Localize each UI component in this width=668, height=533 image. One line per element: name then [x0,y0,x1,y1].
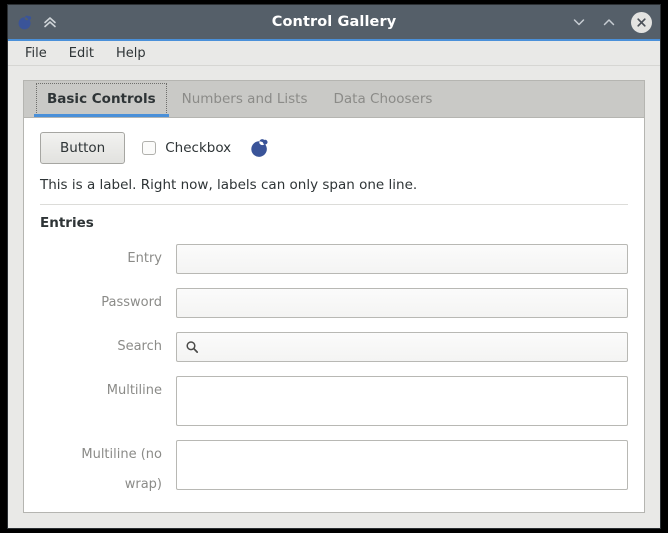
checkbox[interactable]: Checkbox [142,140,231,156]
search-field[interactable] [176,332,628,362]
form-row-entry: Entry [40,244,628,274]
menu-item-file[interactable]: File [14,43,58,64]
tab-data-choosers[interactable]: Data Choosers [321,81,446,117]
entry-label: Entry [127,251,162,266]
menu-item-edit[interactable]: Edit [58,43,105,64]
entry-input[interactable] [184,251,620,267]
menu-item-help[interactable]: Help [105,43,157,64]
search-label: Search [117,339,162,354]
title-bar-left-icons [16,14,58,31]
multiline-field[interactable] [176,376,628,429]
title-bar[interactable]: Control Gallery [8,5,660,41]
window-body: Basic Controls Numbers and Lists Data Ch… [8,66,660,528]
tab-numbers-and-lists[interactable]: Numbers and Lists [169,81,321,117]
password-field[interactable] [176,288,628,318]
multiline-label: Multiline [106,383,162,398]
search-icon [185,340,199,354]
search-input[interactable] [205,339,620,355]
tab-strip: Basic Controls Numbers and Lists Data Ch… [23,80,645,117]
password-input[interactable] [184,295,620,311]
multiline-no-wrap-input[interactable] [184,441,620,493]
window-controls [571,11,652,33]
menu-bar: File Edit Help [8,41,660,66]
entries-form: Entry Password Search Multiline Multilin… [40,244,628,500]
chevron-up-icon[interactable] [601,14,617,30]
double-chevron-up-icon[interactable] [42,14,58,30]
form-row-password: Password [40,288,628,318]
checkbox-box[interactable] [142,141,157,155]
checkbox-label: Checkbox [165,140,232,156]
application-window: Control Gallery File Edit Help Basic Con… [8,5,660,528]
close-icon[interactable] [631,11,652,33]
window-title: Control Gallery [271,14,397,30]
horizontal-separator [40,204,628,205]
tab-basic-controls[interactable]: Basic Controls [34,81,169,117]
info-label: This is a label. Right now, labels can o… [40,177,418,193]
chevron-down-icon[interactable] [571,14,587,30]
libui-logo-icon [248,137,270,159]
controls-row: Button Checkbox [40,132,628,164]
multiline-no-wrap-label: Multiline (no wrap) [81,447,162,492]
form-row-multiline-no-wrap: Multiline (no wrap) [40,440,628,500]
entries-group-title: Entries [40,215,94,231]
libui-logo-icon [16,14,33,31]
password-label: Password [101,295,162,310]
form-row-search: Search [40,332,628,362]
tab-page-basic-controls: Button Checkbox This is a label. Right n… [23,117,645,513]
multiline-no-wrap-field[interactable] [176,440,628,493]
form-row-multiline: Multiline [40,376,628,429]
button[interactable]: Button [40,132,126,164]
multiline-input[interactable] [184,377,620,429]
tab-notebook: Basic Controls Numbers and Lists Data Ch… [23,80,645,513]
entry-field[interactable] [176,244,628,274]
